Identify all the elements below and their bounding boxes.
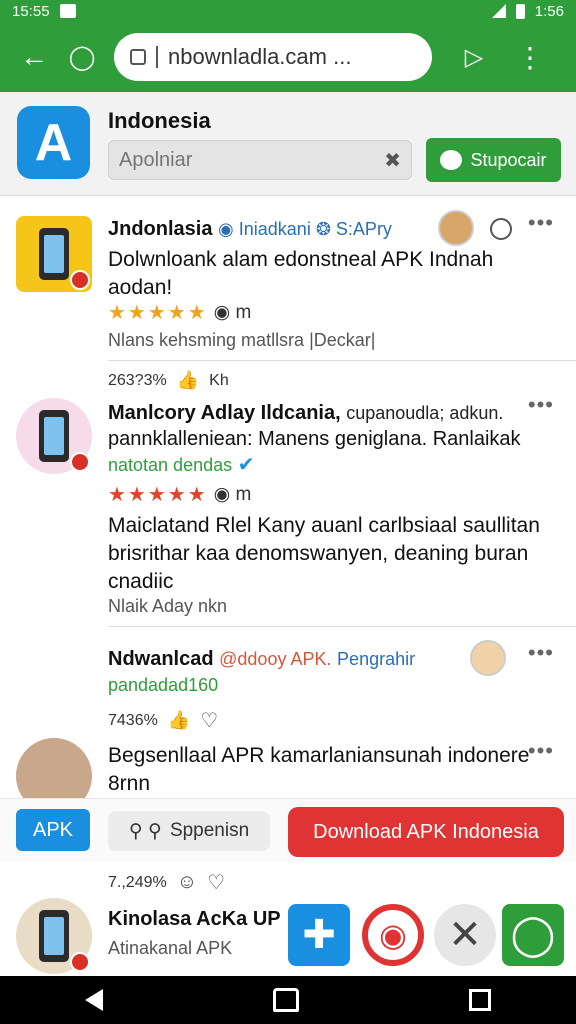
share-icon: ⚲ ⚲ <box>128 820 162 842</box>
add-icon[interactable]: ✚ <box>288 904 350 966</box>
nav-back-icon[interactable] <box>85 989 103 1011</box>
play-badge-icon <box>70 452 90 472</box>
post-meta: ◉ Iniadkani ❂ S:APry <box>218 219 392 239</box>
more-options-icon[interactable]: ••• <box>528 210 554 236</box>
post-header: Ndwanlcad @ddooy APK. Pengrahir <box>108 648 415 671</box>
play-badge-icon <box>70 952 90 972</box>
address-bar[interactable]: nbownladla.cam ... <box>114 33 432 81</box>
notification-icon <box>59 4 76 18</box>
post-line2: pannklalleniean: Manens geniglana. Ranla… <box>108 428 521 450</box>
action-bar: APK ⚲ ⚲ Sppenisn Download APK Indonesia <box>0 798 576 862</box>
post-subtext: Nlaik Aday nkn <box>108 596 228 616</box>
support-label: Stupocair <box>470 149 547 170</box>
url-divider <box>156 46 158 68</box>
post-author[interactable]: Jndonlasia <box>108 218 212 240</box>
post-stats: 7436% 👍 ♡ <box>108 708 218 733</box>
post-author[interactable]: Ndwanlcad <box>108 648 214 670</box>
post-stats: 7.,249% ☺ ♡ <box>108 870 225 895</box>
phone-icon <box>39 228 69 280</box>
stat-suffix: Kh <box>209 371 229 389</box>
phone-icon <box>39 410 69 462</box>
divider <box>108 360 576 361</box>
menu-dots-icon[interactable]: ⋮ <box>510 37 550 77</box>
back-arrow-icon[interactable]: ← <box>14 37 54 77</box>
post-header: Jndonlasia ◉ Iniadkani ❂ S:APry <box>108 218 392 241</box>
mascot-icon[interactable]: ◉ <box>362 904 424 966</box>
rating-suffix: ◉ m <box>213 484 252 505</box>
post-item[interactable]: Ndwanlcad @ddooy APK. Pengrahir ••• pand… <box>0 630 576 740</box>
status-clock: 1:56 <box>534 2 564 20</box>
app-header: A Indonesia ✖ Stupocair <box>0 92 576 196</box>
search-box[interactable]: ✖ <box>108 140 412 180</box>
post-text: Maiclatand Rlel Kany auanl carlbsiaal sa… <box>108 514 540 593</box>
battery-icon <box>515 3 525 19</box>
thumbs-up-icon[interactable]: 👍 <box>177 370 199 391</box>
stat-value: 7436% <box>108 711 158 729</box>
avatar[interactable] <box>470 640 506 676</box>
post-meta: cupanoudla; adkun. <box>346 403 504 423</box>
phone-icon <box>39 910 69 962</box>
post-line3: natotan dendas ✔ <box>108 454 255 476</box>
heart-icon[interactable]: ♡ <box>207 870 225 895</box>
nav-recents-icon[interactable] <box>469 989 491 1011</box>
share-label: Sppenisn <box>169 820 250 841</box>
post-meta: @ddooy APK. <box>219 649 332 669</box>
post-subtext: Atinakanal APK <box>108 938 233 958</box>
post-subtext: Nlans kehsming matllsra |Deckar| <box>108 330 376 350</box>
post-text: Dolwnloank alam edonstneal APK Indnah ao… <box>108 248 494 299</box>
post-thumbnail <box>16 398 92 474</box>
avatar[interactable] <box>438 210 474 246</box>
post-item[interactable]: ••• Begsenllaal APR kamarlaniansunah ind… <box>0 734 576 814</box>
record-icon[interactable]: ◯ <box>502 904 564 966</box>
rating-stars: ★★★★★ ◉ m <box>108 302 252 324</box>
post-header: Kinolasa AcKa UP <box>108 908 281 931</box>
post-line2: pandadad160 <box>108 675 219 695</box>
app-logo-icon: A <box>17 106 90 179</box>
apk-badge[interactable]: APK <box>16 809 90 851</box>
reload-icon[interactable]: ◯ <box>62 37 102 77</box>
post-thumbnail <box>16 898 92 974</box>
post-header: Manlcory Adlay Ildcania, cupanoudla; adk… <box>108 402 503 425</box>
rating-suffix: ◉ m <box>213 302 252 323</box>
search-input[interactable] <box>119 148 359 172</box>
lock-icon <box>130 49 146 65</box>
more-options-icon[interactable]: ••• <box>528 640 554 666</box>
post-item[interactable]: Jndonlasia ◉ Iniadkani ❂ S:APry ••• Dolw… <box>0 200 576 390</box>
comment-icon[interactable] <box>490 218 512 240</box>
url-text: nbownladla.cam ... <box>168 44 352 69</box>
more-options-icon[interactable]: ••• <box>528 392 554 418</box>
post-author[interactable]: Kinolasa AcKa UP <box>108 908 281 930</box>
post-stats: 263?3% 👍 Kh <box>108 370 229 391</box>
post-meta-2: Pengrahir <box>337 649 416 669</box>
post-author[interactable]: Manlcory Adlay Ildcania, <box>108 402 341 424</box>
share-button[interactable]: ⚲ ⚲ Sppenisn <box>108 811 270 851</box>
support-button[interactable]: Stupocair <box>426 138 561 182</box>
rating-stars: ★★★★★ ◉ m <box>108 484 252 506</box>
emoji-icon: ☺ <box>176 871 198 893</box>
page-title: Indonesia <box>108 108 211 133</box>
nav-home-icon[interactable] <box>273 988 299 1012</box>
thumbs-up-icon[interactable]: 👍 <box>168 710 190 731</box>
verified-icon: ✔ <box>237 454 255 476</box>
status-time: 15:55 <box>12 2 50 20</box>
heart-icon[interactable]: ♡ <box>200 708 218 733</box>
download-button[interactable]: Download APK Indonesia <box>288 807 564 857</box>
play-badge-icon <box>70 270 90 290</box>
tabs-icon[interactable]: ▷ <box>454 37 494 77</box>
clear-icon[interactable]: ✖ <box>384 148 401 173</box>
post-thumbnail <box>16 216 92 292</box>
system-nav-bar <box>0 976 576 1024</box>
divider <box>108 626 576 627</box>
browser-toolbar: ← ◯ nbownladla.cam ... ▷ ⋮ <box>0 22 576 92</box>
signal-icon <box>491 4 506 18</box>
stat-value: 7.,249% <box>108 873 167 891</box>
post-item[interactable]: Manlcory Adlay Ildcania, cupanoudla; adk… <box>0 390 576 630</box>
status-bar: 15:55 1:56 <box>0 0 576 22</box>
chat-bubble-icon <box>440 150 463 170</box>
post-text: Begsenllaal APR kamarlaniansunah indoner… <box>108 744 530 795</box>
close-icon[interactable]: ✕ <box>434 904 496 966</box>
stat-value: 263?3% <box>108 371 167 389</box>
